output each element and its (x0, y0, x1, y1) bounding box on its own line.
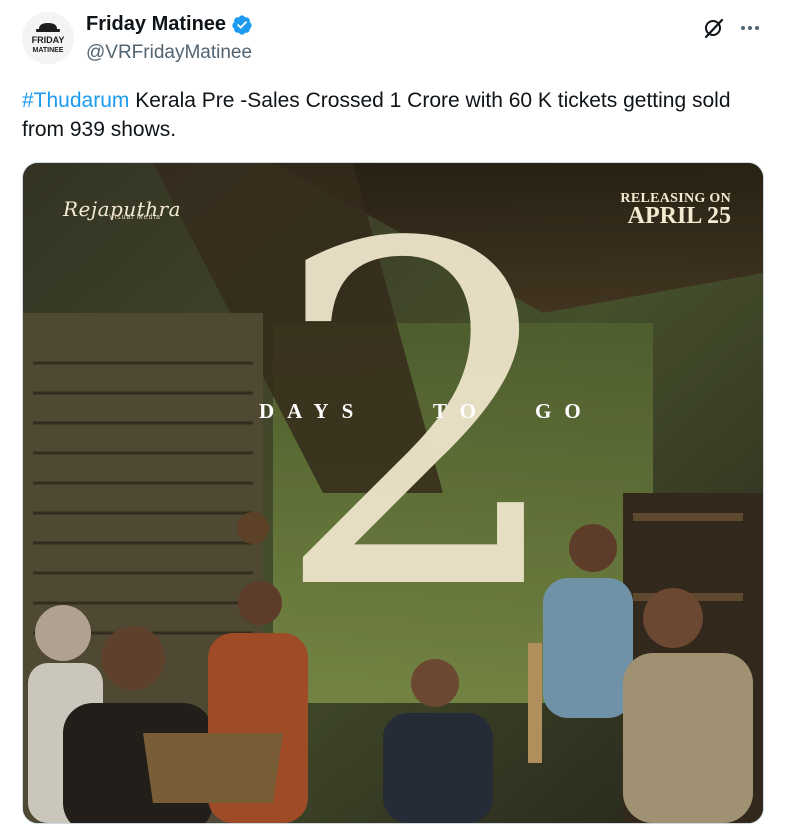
grok-icon[interactable] (702, 16, 726, 40)
avatar-text-top: FRIDAY (32, 35, 65, 45)
tweet: FRIDAY MATINEE Friday Matinee @VRFridayM… (0, 0, 807, 824)
poster-image[interactable]: Rejaputhra Visual Media RELEASING ON APR… (22, 162, 764, 824)
author-handle[interactable]: @VRFridayMatinee (86, 42, 252, 64)
verified-badge-icon (232, 14, 252, 35)
avatar-logo-icon: FRIDAY MATINEE (22, 12, 74, 64)
tweet-text: #Thudarum Kerala Pre -Sales Crossed 1 Cr… (22, 86, 762, 144)
poster-release-date: APRIL 25 (627, 203, 731, 229)
poster-go-word: GO (535, 399, 594, 423)
poster-to-word: TO (433, 399, 489, 423)
author-name[interactable]: Friday Matinee (86, 13, 226, 36)
tweet-body: Kerala Pre -Sales Crossed 1 Crore with 6… (22, 89, 731, 141)
poster-days-word: DAYS (259, 399, 367, 423)
hashtag-link[interactable]: #Thudarum (22, 89, 129, 112)
avatar[interactable]: FRIDAY MATINEE (22, 12, 74, 64)
avatar-text-bottom: MATINEE (33, 47, 64, 54)
poster-brand-subtitle: Visual Media (109, 214, 161, 221)
more-horizontal-icon[interactable] (738, 16, 762, 40)
author-name-row[interactable]: Friday Matinee (86, 13, 253, 36)
